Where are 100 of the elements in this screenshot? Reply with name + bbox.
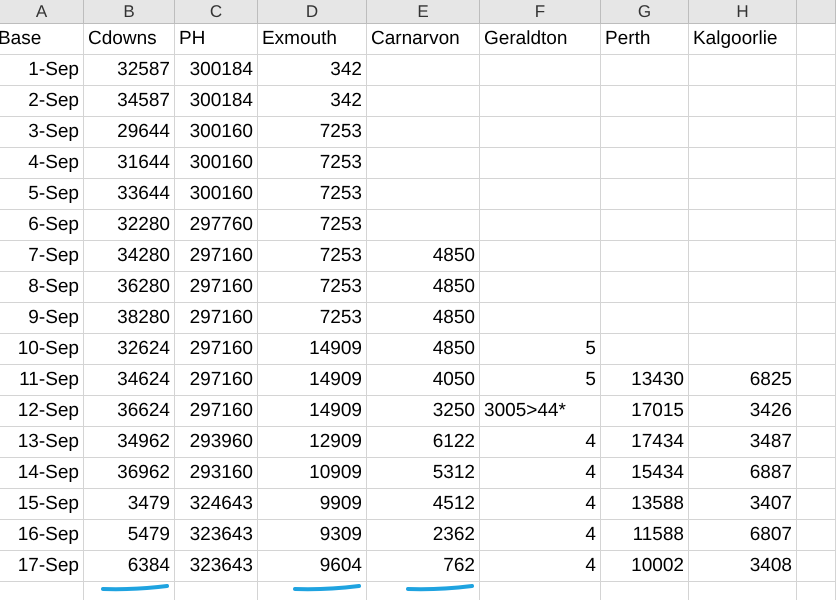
table-cell: 3426 <box>689 396 797 426</box>
table-cell: 297160 <box>175 272 258 302</box>
table-cell: 4512 <box>367 489 480 519</box>
table-cell: 7253 <box>258 241 367 271</box>
table-cell: 4850 <box>367 272 480 302</box>
table-cell: 14909 <box>258 334 367 364</box>
table-cell: 10909 <box>258 458 367 488</box>
table-cell: 10002 <box>601 551 689 581</box>
table-cell: 11-Sep <box>0 365 84 395</box>
table-cell: 6807 <box>689 520 797 550</box>
table-cell: 6887 <box>689 458 797 488</box>
table-cell: 3407 <box>689 489 797 519</box>
table-cell: 9604 <box>258 551 367 581</box>
table-cell: 7253 <box>258 272 367 302</box>
table-cell: 32624 <box>84 334 175 364</box>
table-cell: 4850 <box>367 303 480 333</box>
table-cell: 29644 <box>84 117 175 147</box>
table-cell: 3-Sep <box>0 117 84 147</box>
table-cell: 34624 <box>84 365 175 395</box>
table-cell: 14909 <box>258 396 367 426</box>
table-cell: 4 <box>480 427 601 457</box>
table-cell: 324643 <box>175 489 258 519</box>
table-cell: 5312 <box>367 458 480 488</box>
table-cell: 3408 <box>689 551 797 581</box>
table-cell: 4 <box>480 458 601 488</box>
table-cell: 5479 <box>84 520 175 550</box>
table-cell: 300184 <box>175 86 258 116</box>
table-cell: 32587 <box>84 55 175 85</box>
table-cell: 8-Sep <box>0 272 84 302</box>
column-header[interactable]: B <box>84 0 175 23</box>
table-cell: 297160 <box>175 334 258 364</box>
table-cell: 7253 <box>258 303 367 333</box>
table-cell: 300160 <box>175 148 258 178</box>
table-cell: Perth <box>601 24 689 54</box>
table-cell: 323643 <box>175 551 258 581</box>
column-header[interactable]: G <box>601 0 689 23</box>
table-cell: 4850 <box>367 241 480 271</box>
table-cell: 11588 <box>601 520 689 550</box>
column-header[interactable]: C <box>175 0 258 23</box>
table-cell: 9909 <box>258 489 367 519</box>
table-cell: 34962 <box>84 427 175 457</box>
table-cell: 3479 <box>84 489 175 519</box>
table-cell: 36962 <box>84 458 175 488</box>
table-cell: 3487 <box>689 427 797 457</box>
table-cell: 6384 <box>84 551 175 581</box>
table-cell: 300160 <box>175 179 258 209</box>
table-cell: 33644 <box>84 179 175 209</box>
table-cell: 16-Sep <box>0 520 84 550</box>
table-cell: 36624 <box>84 396 175 426</box>
table-cell: Exmouth <box>258 24 367 54</box>
table-cell: 34587 <box>84 86 175 116</box>
table-cell: 762 <box>367 551 480 581</box>
table-cell: 297160 <box>175 365 258 395</box>
table-cell: 4 <box>480 489 601 519</box>
table-cell: 5 <box>480 334 601 364</box>
table-cell: 300160 <box>175 117 258 147</box>
table-cell: 31644 <box>84 148 175 178</box>
table-cell: 17434 <box>601 427 689 457</box>
table-cell: 4850 <box>367 334 480 364</box>
column-header[interactable]: A <box>0 0 84 23</box>
table-cell: 297160 <box>175 303 258 333</box>
table-cell: 9-Sep <box>0 303 84 333</box>
column-header[interactable]: H <box>689 0 797 23</box>
table-cell: 342 <box>258 55 367 85</box>
table-cell: 13-Sep <box>0 427 84 457</box>
table-cell: 9309 <box>258 520 367 550</box>
table-cell: 5-Sep <box>0 179 84 209</box>
table-cell: 13430 <box>601 365 689 395</box>
table-cell: 1-Sep <box>0 55 84 85</box>
table-cell: 3005>44* <box>480 396 601 426</box>
table-cell: 4050 <box>367 365 480 395</box>
table-cell: 7253 <box>258 210 367 240</box>
table-cell: 17015 <box>601 396 689 426</box>
table-cell: Cdowns <box>84 24 175 54</box>
table-cell: 14909 <box>258 365 367 395</box>
table-cell: 7-Sep <box>0 241 84 271</box>
column-header[interactable]: D <box>258 0 367 23</box>
table-cell: 323643 <box>175 520 258 550</box>
column-header[interactable]: E <box>367 0 480 23</box>
table-cell: 3250 <box>367 396 480 426</box>
table-cell: 6-Sep <box>0 210 84 240</box>
table-cell: 14-Sep <box>0 458 84 488</box>
table-cell: 7253 <box>258 148 367 178</box>
table-cell: 32280 <box>84 210 175 240</box>
table-cell: 34280 <box>84 241 175 271</box>
table-cell: 297160 <box>175 396 258 426</box>
table-cell: 300184 <box>175 55 258 85</box>
table-cell: 4 <box>480 520 601 550</box>
table-cell: 12909 <box>258 427 367 457</box>
table-cell: 293960 <box>175 427 258 457</box>
table-cell: 2362 <box>367 520 480 550</box>
table-cell: Geraldton <box>480 24 601 54</box>
table-cell: 13588 <box>601 489 689 519</box>
table-cell: 12-Sep <box>0 396 84 426</box>
table-cell: 342 <box>258 86 367 116</box>
table-cell: 17-Sep <box>0 551 84 581</box>
table-cell: 15434 <box>601 458 689 488</box>
table-cell: 38280 <box>84 303 175 333</box>
column-header[interactable]: F <box>480 0 601 23</box>
table-cell: 6122 <box>367 427 480 457</box>
